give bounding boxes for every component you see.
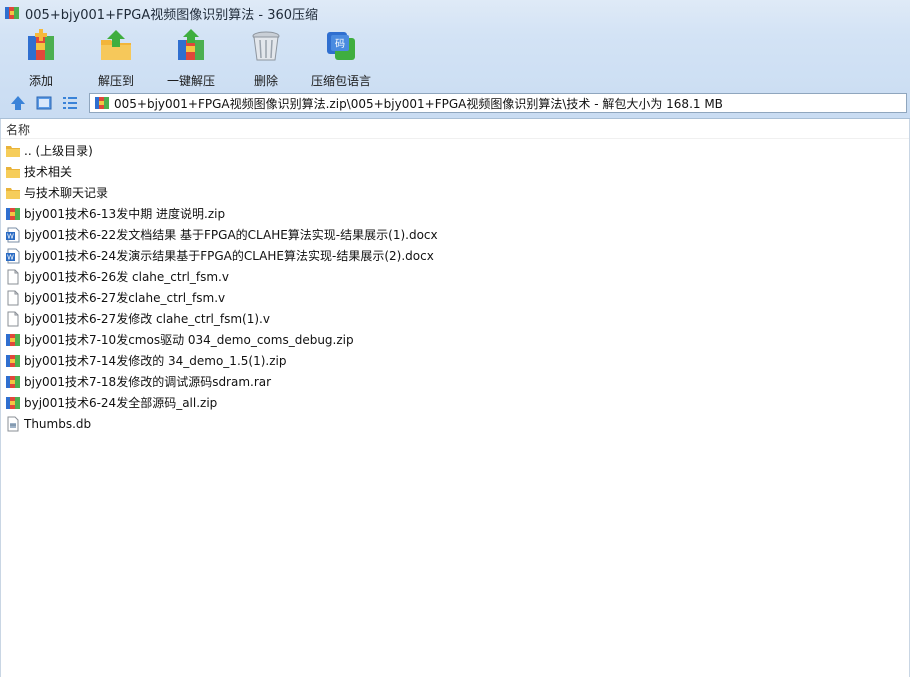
archive-icon: [5, 353, 21, 369]
folder-icon: [5, 185, 21, 201]
file-icon: [5, 269, 21, 285]
list-item[interactable]: 与技术聊天记录: [0, 182, 910, 203]
window-chrome: 005+bjy001+FPGA视频图像识别算法 - 360压缩 添加 解压到 一…: [0, 0, 910, 119]
word-document-icon: W: [5, 248, 21, 264]
list-item-name: bjy001技术6-26发 clahe_ctrl_fsm.v: [24, 270, 229, 284]
one-click-extract-icon: [178, 29, 204, 60]
address-row: 005+bjy001+FPGA视频图像识别算法.zip\005+bjy001+F…: [0, 92, 910, 116]
app-window: 005+bjy001+FPGA视频图像识别算法 - 360压缩 添加 解压到 一…: [0, 0, 910, 677]
list-item-name: Thumbs.db: [24, 416, 92, 431]
list-item-name: bjy001技术7-18发修改的调试源码sdram.rar: [24, 375, 272, 389]
left-border: [0, 119, 1, 677]
column-header-name[interactable]: 名称: [0, 119, 910, 139]
list-item-name: bjy001技术6-13发中期 进度说明.zip: [24, 207, 226, 221]
address-path: 005+bjy001+FPGA视频图像识别算法.zip\005+bjy001+F…: [114, 96, 723, 111]
list-item[interactable]: 技术相关: [0, 161, 910, 182]
window-title: 005+bjy001+FPGA视频图像识别算法 - 360压缩: [25, 7, 319, 23]
thumbnail-view-icon[interactable]: [35, 94, 53, 112]
delete-button[interactable]: 删除: [234, 28, 298, 88]
svg-text:码: 码: [335, 38, 345, 50]
app-logo-icon: [5, 7, 19, 19]
archive-icon: [5, 395, 21, 411]
list-item[interactable]: bjy001技术6-13发中期 进度说明.zip: [0, 203, 910, 224]
delete-bin-icon: [252, 31, 280, 61]
list-item-name: bjy001技术6-24发演示结果基于FPGA的CLAHE算法实现-结果展示(2…: [24, 249, 434, 263]
list-item-name: bjy001技术6-27发修改 clahe_ctrl_fsm(1).v: [24, 312, 270, 326]
add-button-label: 添加: [28, 74, 53, 88]
extract-to-button-label: 解压到: [97, 74, 134, 88]
list-item[interactable]: bjy001技术7-10发cmos驱动 034_demo_coms_debug.…: [0, 329, 910, 350]
archive-icon: [95, 97, 109, 109]
extract-to-icon: [101, 30, 131, 60]
list-item[interactable]: Thumbs.db: [0, 413, 910, 434]
list-item-name: 技术相关: [24, 165, 73, 179]
list-item[interactable]: byj001技术6-24发全部源码_all.zip: [0, 392, 910, 413]
svg-text:W: W: [7, 232, 14, 240]
list-item-name: bjy001技术6-27发clahe_ctrl_fsm.v: [24, 291, 226, 305]
list-item[interactable]: bjy001技术7-14发修改的 34_demo_1.5(1).zip: [0, 350, 910, 371]
add-archive-icon: [28, 29, 54, 60]
archive-icon: [5, 332, 21, 348]
list-item[interactable]: Wbjy001技术6-24发演示结果基于FPGA的CLAHE算法实现-结果展示(…: [0, 245, 910, 266]
list-item-name: bjy001技术7-10发cmos驱动 034_demo_coms_debug.…: [24, 333, 354, 347]
one-click-extract-button-label: 一键解压: [166, 74, 215, 88]
list-item-name: bjy001技术6-22发文档结果 基于FPGA的CLAHE算法实现-结果展示(…: [24, 228, 438, 242]
archive-language-button[interactable]: 码 压缩包语言: [309, 28, 373, 88]
archive-icon: [5, 374, 21, 390]
file-list: .. (上级目录) 技术相关与技术聊天记录 bjy001技术6-13发中期 进度说明…: [0, 140, 910, 434]
list-item[interactable]: .. (上级目录): [0, 140, 910, 161]
extract-to-button[interactable]: 解压到: [84, 28, 148, 88]
list-item[interactable]: bjy001技术7-18发修改的调试源码sdram.rar: [0, 371, 910, 392]
archive-language-icon: 码: [327, 32, 355, 60]
archive-icon: [5, 206, 21, 222]
archive-language-button-label: 压缩包语言: [310, 74, 371, 88]
file-icon: [5, 311, 21, 327]
list-item[interactable]: bjy001技术6-26发 clahe_ctrl_fsm.v: [0, 266, 910, 287]
list-item[interactable]: bjy001技术6-27发修改 clahe_ctrl_fsm(1).v: [0, 308, 910, 329]
list-item-name: bjy001技术7-14发修改的 34_demo_1.5(1).zip: [24, 354, 287, 368]
folder-icon: [5, 143, 21, 159]
database-file-icon: [5, 416, 21, 432]
delete-button-label: 删除: [253, 74, 278, 88]
up-arrow-icon[interactable]: [9, 94, 27, 112]
list-item[interactable]: Wbjy001技术6-22发文档结果 基于FPGA的CLAHE算法实现-结果展示…: [0, 224, 910, 245]
title-bar: 005+bjy001+FPGA视频图像识别算法 - 360压缩: [0, 0, 910, 26]
svg-text:W: W: [7, 253, 14, 261]
list-item-name: byj001技术6-24发全部源码_all.zip: [24, 396, 218, 410]
add-button[interactable]: 添加: [9, 28, 73, 88]
one-click-extract-button[interactable]: 一键解压: [159, 28, 223, 88]
file-icon: [5, 290, 21, 306]
column-header-label: 名称: [6, 123, 31, 137]
word-document-icon: W: [5, 227, 21, 243]
list-item-name: 与技术聊天记录: [24, 186, 109, 200]
folder-icon: [5, 164, 21, 180]
address-bar[interactable]: 005+bjy001+FPGA视频图像识别算法.zip\005+bjy001+F…: [89, 93, 907, 113]
list-view-icon[interactable]: [61, 94, 79, 112]
list-item[interactable]: bjy001技术6-27发clahe_ctrl_fsm.v: [0, 287, 910, 308]
file-list-panel: 名称 .. (上级目录) 技术相关与技术聊天记录 bjy001技术6-13发中期 进…: [0, 119, 910, 677]
list-item-name: .. (上级目录): [24, 144, 93, 158]
